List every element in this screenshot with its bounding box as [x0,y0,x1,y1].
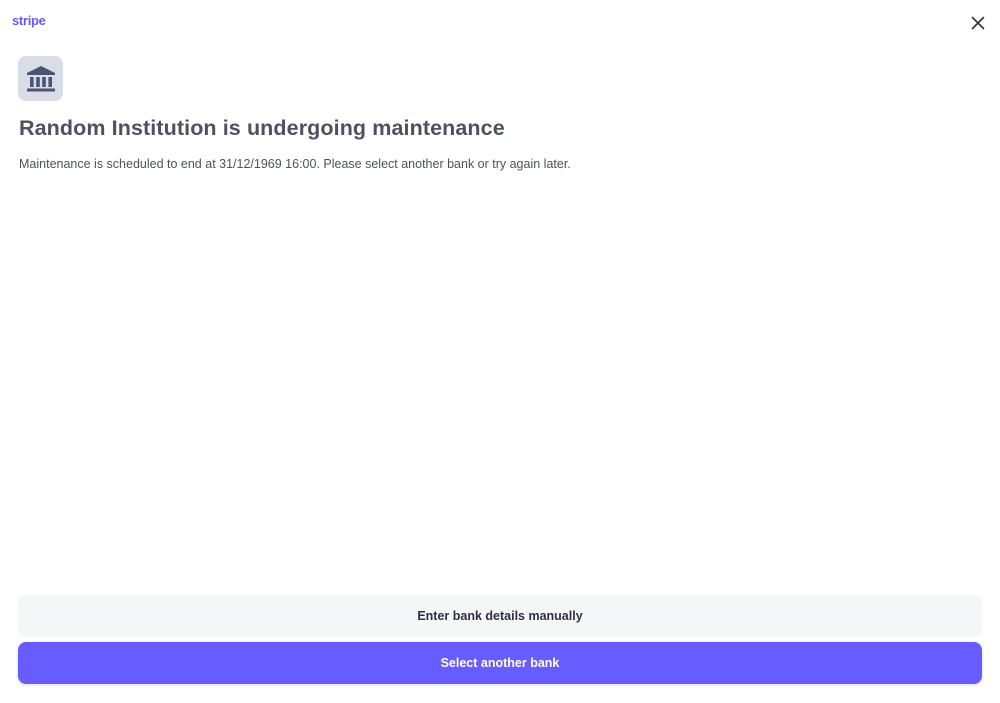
maintenance-message: Maintenance is scheduled to end at 31/12… [19,157,571,171]
close-button[interactable] [966,11,990,35]
stripe-logo: stripe [12,13,46,28]
bank-icon-tile [18,56,63,101]
bank-icon [26,65,55,91]
select-another-bank-button[interactable]: Select another bank [18,642,982,684]
close-icon [971,16,985,30]
page-title: Random Institution is undergoing mainten… [19,116,505,140]
bank-maintenance-page: stripe Random Institution is undergoing … [0,0,1000,703]
enter-bank-details-manually-button[interactable]: Enter bank details manually [18,595,982,637]
